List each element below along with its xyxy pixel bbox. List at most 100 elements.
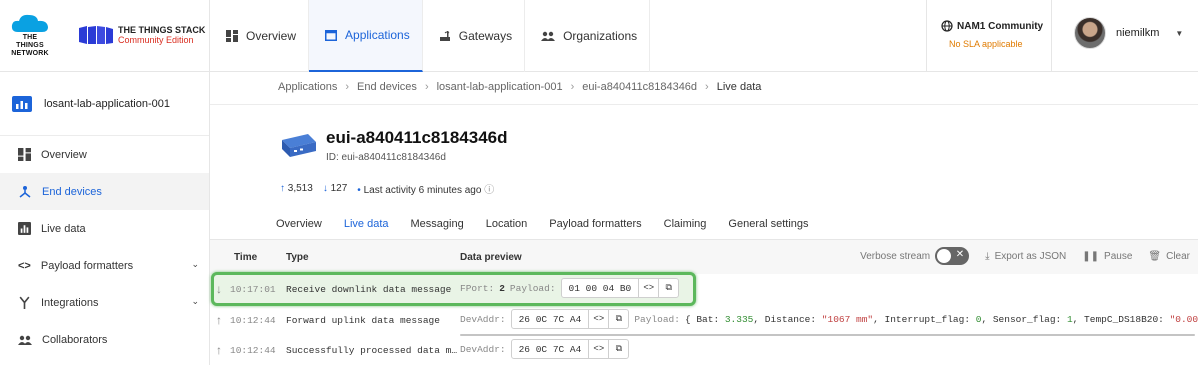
nav-overview[interactable]: Overview <box>210 0 310 72</box>
sidebar-item-label: Integrations <box>41 296 99 309</box>
nav-applications[interactable]: Applications <box>309 0 423 72</box>
code-icon: <> <box>593 314 605 324</box>
device-stats: ↑ 3,513 ↓ 127 • Last activity 6 minutes … <box>280 181 494 196</box>
devaddr-value: 26 0C 7C A4 <box>518 343 582 355</box>
sidebar: losant-lab-application-001 Overview End … <box>0 72 210 365</box>
crumb-device[interactable]: eui-a840411c8184346d <box>582 81 697 93</box>
payload-bat: 3.335 <box>724 313 754 325</box>
verbose-stream-toggle[interactable]: Verbose stream ✕ <box>860 247 970 265</box>
network-row: NAM1 Community <box>941 20 1043 32</box>
arrow-up-icon: ↑ <box>280 183 285 194</box>
ttn-logo[interactable]: THE THINGS NETWORK <box>8 12 52 58</box>
window-icon <box>325 29 338 41</box>
top-bar: THE THINGS NETWORK THE THINGS STACK Comm… <box>0 0 1198 72</box>
crumb-end-devices[interactable]: End devices <box>357 81 417 93</box>
device-icon <box>282 134 316 157</box>
nav-organizations[interactable]: Organizations <box>525 0 651 72</box>
breadcrumb: Applications › End devices › losant-lab-ap… <box>278 81 761 93</box>
nav-overview-label: Overview <box>246 29 297 43</box>
network-selector[interactable]: NAM1 Community No SLA applicable <box>926 0 1052 72</box>
payload-text: { Bat: <box>684 313 725 325</box>
copy-icon: ⧉ <box>615 314 623 324</box>
crumb-separator: › <box>705 81 709 93</box>
payload-value: 01 00 04 B0 <box>568 282 632 294</box>
chevron-down-icon[interactable]: ⌄ <box>191 296 199 307</box>
tts-title: THE THINGS STACK <box>118 25 206 35</box>
avatar <box>1074 17 1106 49</box>
row-type: Successfully processed data m… <box>286 345 458 356</box>
nav-gateways[interactable]: Gateways <box>423 0 526 72</box>
sidebar-item-end-devices[interactable]: End devices <box>0 173 209 210</box>
table-tools: Verbose stream ✕ ⤓ Export as JSON ❚❚ Pause… <box>860 247 1190 265</box>
payload-text: , TempC_DS18B20: <box>1072 313 1170 325</box>
nav-gateways-label: Gateways <box>458 29 513 43</box>
crumb-separator: › <box>424 81 429 93</box>
sidebar-item-overview[interactable]: Overview <box>0 136 209 173</box>
payload-text: , Distance: <box>753 313 822 325</box>
toggle-switch[interactable]: ✕ <box>935 247 970 265</box>
devaddr-label: DevAddr: <box>460 313 506 325</box>
arrow-up-icon: ↑ <box>216 313 222 327</box>
toggle-format-button[interactable]: <> <box>588 310 608 328</box>
user-menu[interactable]: niemilkm ▼ <box>1074 17 1183 49</box>
main-content: Applications › End devices › losant-lab-ap… <box>210 72 1198 365</box>
column-time: Time <box>234 252 258 263</box>
copy-button[interactable]: ⧉ <box>658 279 678 297</box>
export-json-button[interactable]: ⤓ Export as JSON <box>985 251 1066 262</box>
row-time: 10:17:01 <box>230 284 276 295</box>
devaddr-chip: 26 0C 7C A4 <> ⧉ <box>510 339 630 359</box>
downlink-value: 127 <box>330 183 348 194</box>
code-icon: <> <box>643 283 655 293</box>
table-row[interactable]: ↑ 10:12:44 Forward uplink data message D… <box>210 306 1198 336</box>
cloud-logo-icon <box>11 14 48 32</box>
row-time: 10:12:44 <box>230 345 276 356</box>
nav-organizations-label: Organizations <box>563 29 638 43</box>
arrow-down-icon: ↓ <box>322 183 328 194</box>
crumb-application[interactable]: losant-lab-application-001 <box>437 81 563 93</box>
pause-button[interactable]: ❚❚ Pause <box>1082 251 1132 262</box>
crumb-applications[interactable]: Applications <box>278 81 337 93</box>
code-icon: <> <box>18 259 31 272</box>
clear-label: Clear <box>1166 250 1190 262</box>
nav-applications-label: Applications <box>345 28 410 42</box>
toggle-format-button[interactable]: <> <box>638 279 658 297</box>
main-nav: Overview Applications Gateways Organizat… <box>210 0 651 72</box>
ttn-logo-line2: NETWORK <box>11 50 49 57</box>
uplink-count: ↑ 3,513 <box>280 183 313 194</box>
device-title: eui-a840411c8184346d <box>326 128 508 147</box>
last-activity-text: Last activity 6 minutes ago <box>363 185 482 196</box>
sidebar-item-payload-formatters[interactable]: <> Payload formatters ⌄ <box>0 247 209 284</box>
globe-icon <box>941 20 953 32</box>
crumb-separator: › <box>570 81 575 93</box>
group-icon <box>541 31 556 41</box>
crumb-separator: › <box>345 81 349 93</box>
clear-button[interactable]: 🗑 Clear <box>1148 251 1190 262</box>
sidebar-item-integrations[interactable]: Integrations ⌄ <box>0 284 209 321</box>
device-id: ID: eui-a840411c8184346d <box>326 152 446 163</box>
pause-icon: ❚❚ <box>1082 250 1100 262</box>
ttn-logo-line1: THE THINGS <box>16 34 44 49</box>
payload-label: Payload: <box>509 282 556 294</box>
downlink-count: ↓ 127 <box>323 183 347 194</box>
sidebar-item-live-data[interactable]: Live data <box>0 210 209 247</box>
sidebar-item-collaborators[interactable]: Collaborators <box>0 321 209 358</box>
copy-button[interactable]: ⧉ <box>608 340 628 358</box>
brand-area: THE THINGS NETWORK THE THINGS STACK Comm… <box>0 0 210 72</box>
column-type: Type <box>286 252 309 263</box>
dashboard-icon <box>226 30 238 42</box>
sla-note: No SLA applicable <box>949 39 1023 49</box>
row-preview: FPort: 2 Payload: 01 00 04 B0 <> ⧉ <box>460 278 680 298</box>
chevron-down-icon[interactable]: ⌄ <box>191 259 199 270</box>
table-row[interactable]: ↑ 10:12:44 Successfully processed data m… <box>210 336 1198 366</box>
divider <box>210 104 1198 105</box>
row-preview: DevAddr: 26 0C 7C A4 <> ⧉ <box>460 339 630 359</box>
help-icon[interactable]: ⓘ <box>484 185 494 196</box>
toggle-format-button[interactable]: <> <box>588 340 608 358</box>
copy-button[interactable]: ⧉ <box>608 310 628 328</box>
last-activity: • Last activity 6 minutes ago ⓘ <box>357 181 494 196</box>
sidebar-menu: Overview End devices Live data <> Payloa… <box>0 136 209 358</box>
fport-label: FPort: <box>460 282 495 294</box>
sidebar-app-header[interactable]: losant-lab-application-001 <box>0 72 209 136</box>
table-row[interactable]: ↓ 10:17:01 Receive downlink data message… <box>210 275 1198 305</box>
verbose-stream-label: Verbose stream <box>860 250 931 262</box>
